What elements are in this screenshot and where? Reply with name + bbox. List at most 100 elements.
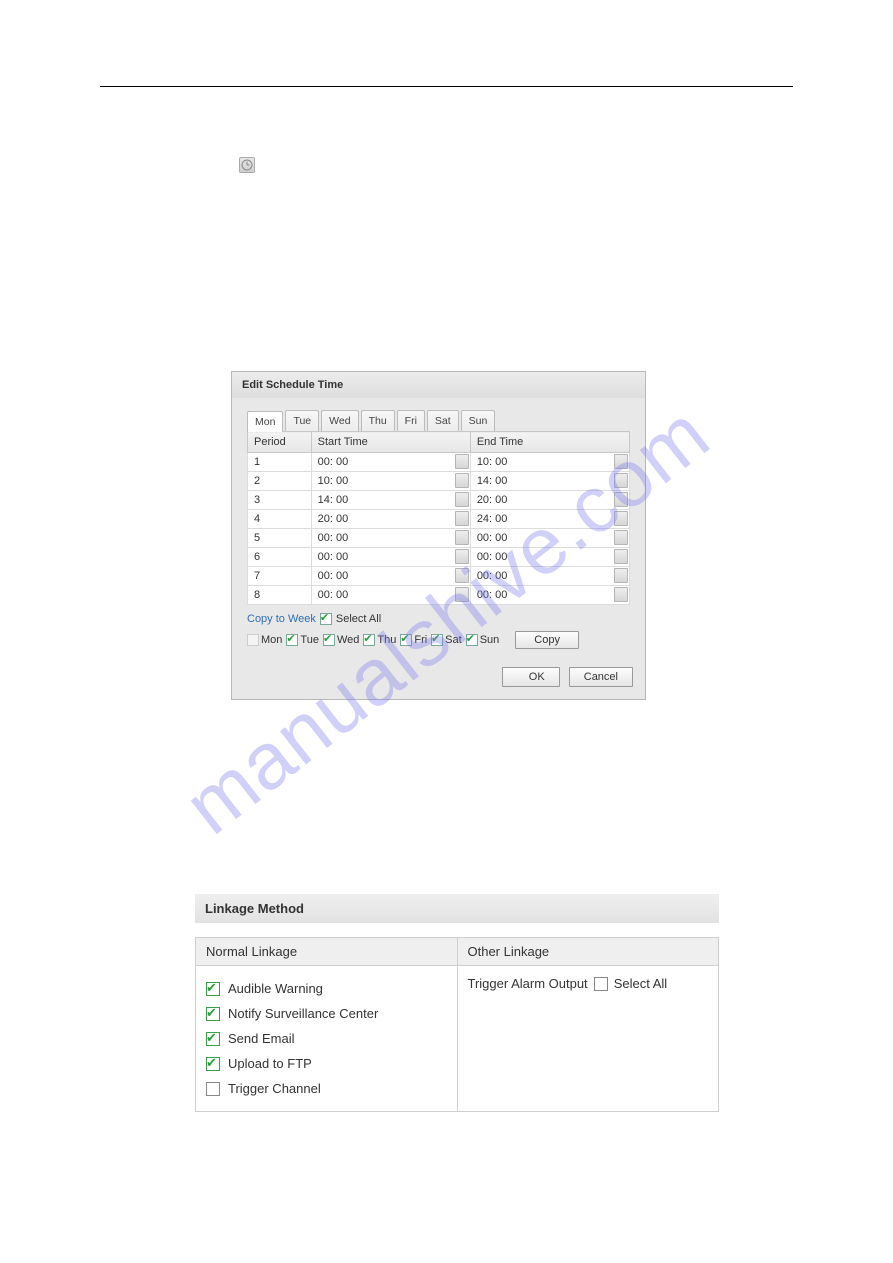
time-picker-icon[interactable] <box>614 454 628 469</box>
tab-fri[interactable]: Fri <box>397 410 425 431</box>
end-time-cell[interactable]: 00: 00 <box>470 586 629 605</box>
time-picker-icon[interactable] <box>614 568 628 583</box>
day-checkbox-thu[interactable] <box>363 634 375 646</box>
select-all-label: Select All <box>336 613 381 625</box>
start-time-header: Start Time <box>311 432 470 453</box>
period-header: Period <box>248 432 312 453</box>
start-time-cell[interactable]: 00: 00 <box>311 548 470 567</box>
select-all-alarm-checkbox[interactable] <box>594 977 608 991</box>
horizontal-rule <box>100 86 793 87</box>
day-label: Mon <box>261 634 282 646</box>
table-row: 210: 0014: 00 <box>248 472 630 491</box>
time-picker-icon[interactable] <box>614 530 628 545</box>
end-time-header: End Time <box>470 432 629 453</box>
linkage-checkbox[interactable] <box>206 1007 220 1021</box>
linkage-panel: Linkage Method Normal Linkage Other Link… <box>195 894 719 1112</box>
tab-tue[interactable]: Tue <box>285 410 319 431</box>
end-time-cell[interactable]: 00: 00 <box>470 567 629 586</box>
time-picker-icon[interactable] <box>455 473 469 488</box>
time-picker-icon[interactable] <box>455 568 469 583</box>
ok-button[interactable]: OK <box>502 667 560 687</box>
day-label: Thu <box>377 634 396 646</box>
start-time-cell[interactable]: 00: 00 <box>311 567 470 586</box>
day-thu[interactable]: Thu <box>363 634 396 646</box>
day-label: Tue <box>300 634 319 646</box>
copy-button[interactable]: Copy <box>515 631 579 649</box>
list-item: Audible Warning <box>206 976 447 1001</box>
linkage-checkbox[interactable] <box>206 1082 220 1096</box>
table-row: 500: 0000: 00 <box>248 529 630 548</box>
time-picker-icon[interactable] <box>614 473 628 488</box>
time-picker-icon[interactable] <box>455 492 469 507</box>
time-picker-icon[interactable] <box>455 587 469 602</box>
start-time-cell[interactable]: 14: 00 <box>311 491 470 510</box>
tab-mon[interactable]: Mon <box>247 411 283 432</box>
linkage-label: Send Email <box>228 1031 294 1046</box>
linkage-label: Trigger Channel <box>228 1081 321 1096</box>
time-picker-icon[interactable] <box>614 549 628 564</box>
period-cell: 6 <box>248 548 312 567</box>
end-time-cell[interactable]: 24: 00 <box>470 510 629 529</box>
copy-to-week-link[interactable]: Copy to Week <box>247 613 316 625</box>
day-checkbox-sun[interactable] <box>466 634 478 646</box>
schedule-table: Period Start Time End Time 100: 0010: 00… <box>247 431 630 605</box>
list-item: Notify Surveillance Center <box>206 1001 447 1026</box>
table-row: 420: 0024: 00 <box>248 510 630 529</box>
period-cell: 5 <box>248 529 312 548</box>
edit-schedule-dialog: Edit Schedule Time MonTueWedThuFriSatSun… <box>231 371 646 700</box>
period-cell: 8 <box>248 586 312 605</box>
day-checkbox-tue[interactable] <box>286 634 298 646</box>
clock-icon <box>239 157 255 173</box>
time-picker-icon[interactable] <box>614 511 628 526</box>
day-tue[interactable]: Tue <box>286 634 319 646</box>
tab-wed[interactable]: Wed <box>321 410 358 431</box>
period-cell: 1 <box>248 453 312 472</box>
dialog-title: Edit Schedule Time <box>232 372 645 398</box>
linkage-label: Upload to FTP <box>228 1056 312 1071</box>
select-all-checkbox[interactable] <box>320 613 332 625</box>
end-time-cell[interactable]: 00: 00 <box>470 548 629 567</box>
end-time-cell[interactable]: 00: 00 <box>470 529 629 548</box>
start-time-cell[interactable]: 00: 00 <box>311 453 470 472</box>
time-picker-icon[interactable] <box>614 587 628 602</box>
tab-sun[interactable]: Sun <box>461 410 496 431</box>
list-item: Send Email <box>206 1026 447 1051</box>
cancel-button[interactable]: Cancel <box>569 667 633 687</box>
day-fri[interactable]: Fri <box>400 634 427 646</box>
list-item: Trigger Channel <box>206 1076 447 1101</box>
day-label: Fri <box>414 634 427 646</box>
table-row: 700: 0000: 00 <box>248 567 630 586</box>
day-checkbox-sat[interactable] <box>431 634 443 646</box>
table-row: 314: 0020: 00 <box>248 491 630 510</box>
linkage-checkbox[interactable] <box>206 982 220 996</box>
start-time-cell[interactable]: 00: 00 <box>311 586 470 605</box>
tab-thu[interactable]: Thu <box>361 410 395 431</box>
end-time-cell[interactable]: 14: 00 <box>470 472 629 491</box>
time-picker-icon[interactable] <box>614 492 628 507</box>
time-picker-icon[interactable] <box>455 549 469 564</box>
day-tabs: MonTueWedThuFriSatSun <box>247 410 630 431</box>
linkage-label: Audible Warning <box>228 981 323 996</box>
time-picker-icon[interactable] <box>455 530 469 545</box>
end-time-cell[interactable]: 10: 00 <box>470 453 629 472</box>
time-picker-icon[interactable] <box>455 454 469 469</box>
list-item: Upload to FTP <box>206 1051 447 1076</box>
day-sun[interactable]: Sun <box>466 634 500 646</box>
tab-sat[interactable]: Sat <box>427 410 459 431</box>
day-sat[interactable]: Sat <box>431 634 462 646</box>
time-picker-icon[interactable] <box>455 511 469 526</box>
day-checkbox-fri[interactable] <box>400 634 412 646</box>
period-cell: 2 <box>248 472 312 491</box>
day-label: Wed <box>337 634 359 646</box>
linkage-checkbox[interactable] <box>206 1032 220 1046</box>
day-wed[interactable]: Wed <box>323 634 359 646</box>
day-checkbox-mon <box>247 634 259 646</box>
start-time-cell[interactable]: 10: 00 <box>311 472 470 491</box>
day-checkbox-wed[interactable] <box>323 634 335 646</box>
linkage-checkbox[interactable] <box>206 1057 220 1071</box>
start-time-cell[interactable]: 00: 00 <box>311 529 470 548</box>
end-time-cell[interactable]: 20: 00 <box>470 491 629 510</box>
normal-linkage-header: Normal Linkage <box>196 938 458 966</box>
start-time-cell[interactable]: 20: 00 <box>311 510 470 529</box>
table-row: 600: 0000: 00 <box>248 548 630 567</box>
